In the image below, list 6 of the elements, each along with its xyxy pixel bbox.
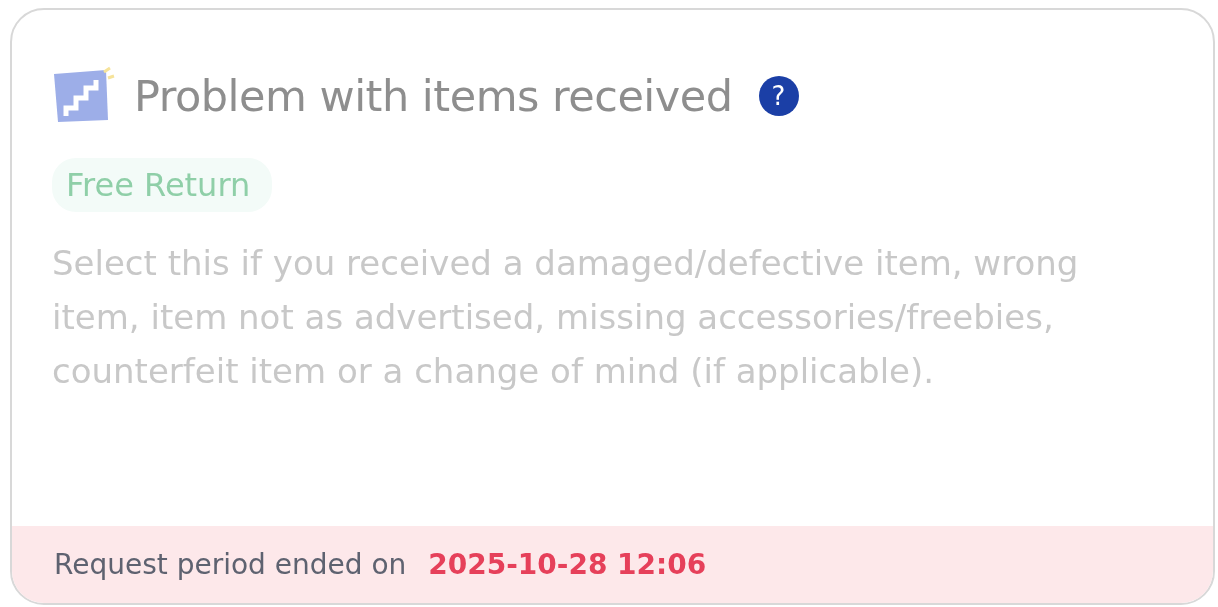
deadline-date: 2025-10-28 12:06	[428, 548, 707, 581]
help-icon[interactable]: ?	[758, 76, 799, 116]
return-option-card[interactable]	[10, 8, 1215, 605]
deadline-label: Request period ended on	[54, 548, 407, 581]
option-title: Problem with items received	[134, 71, 733, 121]
free-return-tag: Free Return	[52, 158, 273, 212]
